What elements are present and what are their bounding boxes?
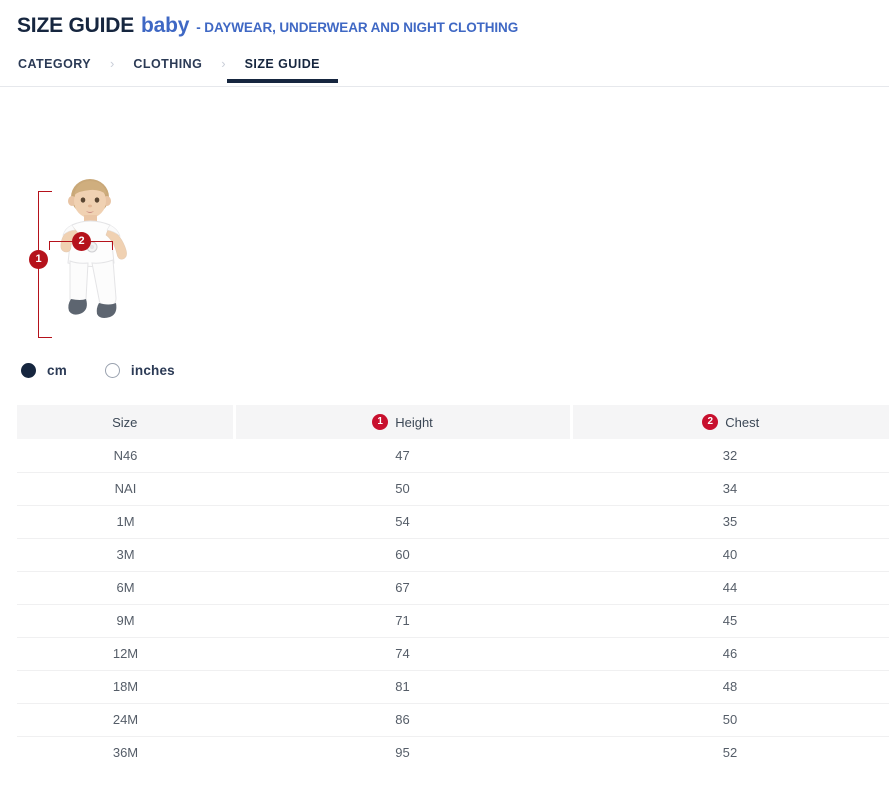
- table-row: NAI5034: [17, 472, 889, 505]
- cell-chest: 40: [571, 538, 889, 571]
- cell-height: 67: [234, 571, 571, 604]
- cell-height: 54: [234, 505, 571, 538]
- column-header-chest-label: Chest: [725, 415, 759, 430]
- cell-chest: 32: [571, 439, 889, 472]
- column-header-height-label: Height: [395, 415, 433, 430]
- table-row: 18M8148: [17, 670, 889, 703]
- page-title-main: SIZE GUIDE: [17, 14, 134, 38]
- cell-chest: 50: [571, 703, 889, 736]
- page-header: SIZE GUIDE baby - DAYWEAR, UNDERWEAR AND…: [0, 0, 889, 38]
- baby-illustration: [48, 177, 153, 335]
- measurement-figure: 1 2: [20, 177, 170, 342]
- measurement-marker-2: 2: [72, 232, 91, 251]
- cell-chest: 46: [571, 637, 889, 670]
- page-title: SIZE GUIDE baby - DAYWEAR, UNDERWEAR AND…: [17, 14, 889, 38]
- table-row: 36M9552: [17, 736, 889, 769]
- size-table-body: N464732NAI50341M54353M60406M67449M714512…: [17, 439, 889, 769]
- cell-size: 3M: [17, 538, 234, 571]
- cell-height: 86: [234, 703, 571, 736]
- cell-height: 71: [234, 604, 571, 637]
- table-row: 24M8650: [17, 703, 889, 736]
- cell-size: 1M: [17, 505, 234, 538]
- cell-height: 50: [234, 472, 571, 505]
- cell-chest: 48: [571, 670, 889, 703]
- cell-chest: 44: [571, 571, 889, 604]
- breadcrumb-item-category[interactable]: CATEGORY: [18, 52, 91, 71]
- cell-height: 60: [234, 538, 571, 571]
- cell-size: 18M: [17, 670, 234, 703]
- breadcrumb: CATEGORY › CLOTHING › SIZE GUIDE: [0, 52, 889, 87]
- cell-chest: 45: [571, 604, 889, 637]
- breadcrumb-item-size-guide[interactable]: SIZE GUIDE: [245, 52, 320, 71]
- table-row: 12M7446: [17, 637, 889, 670]
- chest-measure-cap-left: [49, 241, 50, 250]
- column-header-chest: 2 Chest: [571, 405, 889, 439]
- size-table-head: Size 1 Height 2 Chest: [17, 405, 889, 439]
- height-badge-icon: 1: [372, 414, 388, 430]
- cell-chest: 34: [571, 472, 889, 505]
- height-measure-cap-bottom: [38, 337, 52, 338]
- cell-height: 95: [234, 736, 571, 769]
- cell-size: 6M: [17, 571, 234, 604]
- chevron-right-icon: ›: [202, 52, 244, 71]
- cell-height: 74: [234, 637, 571, 670]
- size-table-container: Size 1 Height 2 Chest N464732NAI5034: [0, 405, 889, 769]
- cell-height: 47: [234, 439, 571, 472]
- column-header-height: 1 Height: [234, 405, 571, 439]
- column-header-size-label: Size: [112, 415, 137, 430]
- cell-chest: 52: [571, 736, 889, 769]
- page-title-category: baby: [141, 14, 189, 38]
- table-row: 3M6040: [17, 538, 889, 571]
- breadcrumb-item-clothing[interactable]: CLOTHING: [133, 52, 202, 71]
- cell-size: 24M: [17, 703, 234, 736]
- cell-size: 12M: [17, 637, 234, 670]
- chest-badge-icon: 2: [702, 414, 718, 430]
- cell-size: 36M: [17, 736, 234, 769]
- cell-size: NAI: [17, 472, 234, 505]
- cell-size: 9M: [17, 604, 234, 637]
- measurement-marker-1: 1: [29, 250, 48, 269]
- measurement-figure-zone: 1 2: [0, 95, 889, 365]
- chest-measure-cap-right: [112, 241, 113, 250]
- table-row: 1M5435: [17, 505, 889, 538]
- table-row: 9M7145: [17, 604, 889, 637]
- chevron-right-icon: ›: [91, 52, 133, 71]
- page-title-description: - DAYWEAR, UNDERWEAR AND NIGHT CLOTHING: [196, 20, 518, 35]
- height-measure-cap-top: [38, 191, 52, 192]
- table-row: 6M6744: [17, 571, 889, 604]
- size-table-header-row: Size 1 Height 2 Chest: [17, 405, 889, 439]
- size-table: Size 1 Height 2 Chest N464732NAI5034: [17, 405, 889, 769]
- cell-size: N46: [17, 439, 234, 472]
- column-header-size: Size: [17, 405, 234, 439]
- table-row: N464732: [17, 439, 889, 472]
- cell-height: 81: [234, 670, 571, 703]
- cell-chest: 35: [571, 505, 889, 538]
